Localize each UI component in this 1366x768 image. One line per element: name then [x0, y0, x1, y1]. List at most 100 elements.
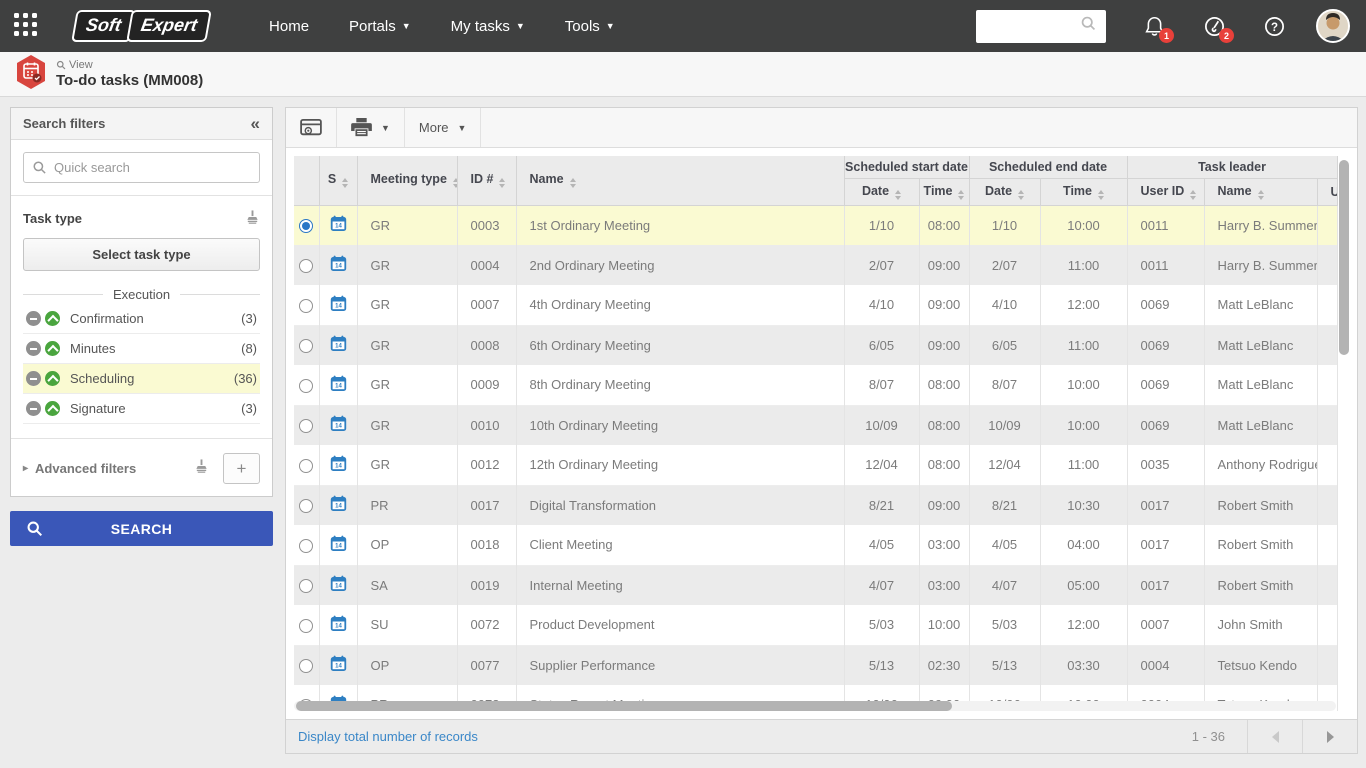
col-header-start-time[interactable]: Time: [919, 178, 969, 205]
display-total-records-link[interactable]: Display total number of records: [298, 729, 478, 744]
task-filter-item[interactable]: Minutes (8): [23, 334, 260, 364]
col-header-start-date[interactable]: Date: [844, 178, 919, 205]
table-row[interactable]: 14 SA 0019 Internal Meeting 4/07 03:00 4…: [294, 565, 1337, 605]
chevron-down-icon: ▼: [402, 21, 411, 31]
row-radio-button[interactable]: [299, 499, 313, 513]
cell-end-date: 8/07: [969, 365, 1040, 405]
cell-meeting-type: GR: [357, 285, 457, 325]
user-avatar[interactable]: [1316, 9, 1350, 43]
cell-meeting-type: GR: [357, 365, 457, 405]
row-radio-button[interactable]: [299, 619, 313, 633]
more-button[interactable]: More ▼: [405, 108, 482, 147]
global-search-box[interactable]: [976, 10, 1106, 43]
notifications-bell-icon[interactable]: 1: [1142, 13, 1166, 39]
softexpert-logo[interactable]: Soft Expert: [71, 10, 212, 42]
nav-menu-item[interactable]: Tools ▼: [545, 0, 635, 52]
cell-end-date: 4/10: [969, 285, 1040, 325]
col-header-status[interactable]: S: [319, 156, 357, 205]
print-button[interactable]: ▼: [337, 108, 405, 147]
clear-task-type-icon[interactable]: [245, 209, 260, 228]
table-row[interactable]: 14 SU 0072 Product Development 5/03 10:0…: [294, 605, 1337, 645]
exclude-filter-icon[interactable]: [26, 371, 41, 386]
table-row[interactable]: 14 GR 0007 4th Ordinary Meeting 4/10 09:…: [294, 285, 1337, 325]
previous-page-button[interactable]: [1247, 720, 1302, 753]
row-radio-button[interactable]: [299, 539, 313, 553]
exclude-filter-icon[interactable]: [26, 341, 41, 356]
row-radio-button[interactable]: [299, 419, 313, 433]
horizontal-scrollbar[interactable]: [294, 701, 1336, 711]
row-radio-button[interactable]: [299, 579, 313, 593]
vertical-scrollbar-thumb[interactable]: [1339, 160, 1349, 355]
row-radio-button[interactable]: [299, 299, 313, 313]
include-filter-icon[interactable]: [45, 401, 60, 416]
add-filter-button[interactable]: +: [223, 453, 260, 484]
include-filter-icon[interactable]: [45, 311, 60, 326]
col-header-user-id[interactable]: User ID: [1127, 178, 1204, 205]
cell-start-date: 5/13: [844, 645, 919, 685]
row-radio-button[interactable]: [299, 259, 313, 273]
collapse-sidebar-icon[interactable]: «: [251, 115, 260, 132]
col-header-end-date[interactable]: Date: [969, 178, 1040, 205]
table-row[interactable]: 14 GR 0003 1st Ordinary Meeting 1/10 08:…: [294, 205, 1337, 245]
horizontal-scrollbar-thumb[interactable]: [296, 701, 952, 711]
include-filter-icon[interactable]: [45, 371, 60, 386]
row-radio-button[interactable]: [299, 219, 313, 233]
nav-menu-item[interactable]: Home: [249, 0, 329, 52]
nav-menu-item[interactable]: Portals ▼: [329, 0, 431, 52]
scheduling-calendar-icon: 14: [330, 415, 347, 432]
svg-text:14: 14: [335, 383, 342, 389]
clear-advanced-filters-icon[interactable]: [194, 458, 209, 479]
table-row[interactable]: 14 GR 0004 2nd Ordinary Meeting 2/07 09:…: [294, 245, 1337, 285]
pending-tasks-gauge-icon[interactable]: 2: [1202, 13, 1226, 39]
table-row[interactable]: 14 GR 0009 8th Ordinary Meeting 8/07 08:…: [294, 365, 1337, 405]
search-button[interactable]: SEARCH: [10, 511, 273, 546]
col-header-leader-name[interactable]: Name: [1204, 178, 1317, 205]
include-filter-icon[interactable]: [45, 341, 60, 356]
exclude-filter-icon[interactable]: [26, 401, 41, 416]
cell-meeting-type: OP: [357, 645, 457, 685]
table-row[interactable]: 14 GR 0012 12th Ordinary Meeting 12/04 0…: [294, 445, 1337, 485]
help-icon[interactable]: ?: [1262, 13, 1286, 39]
table-row[interactable]: 14 OP 0077 Supplier Performance 5/13 02:…: [294, 645, 1337, 685]
table-row[interactable]: 14 OP 0018 Client Meeting 4/05 03:00 4/0…: [294, 525, 1337, 565]
col-header-name[interactable]: Name: [516, 156, 844, 205]
quick-search-input[interactable]: [54, 160, 251, 175]
cell-end-date: 10/09: [969, 405, 1040, 445]
task-filter-item[interactable]: Signature (3): [23, 394, 260, 424]
select-task-type-button[interactable]: Select task type: [23, 238, 260, 271]
exclude-filter-icon[interactable]: [26, 311, 41, 326]
svg-text:14: 14: [335, 264, 342, 270]
row-radio-button[interactable]: [299, 339, 313, 353]
cell-end-date: 5/03: [969, 605, 1040, 645]
scheduling-calendar-icon: 14: [330, 655, 347, 672]
table-row[interactable]: 14 PR 0017 Digital Transformation 8/21 0…: [294, 485, 1337, 525]
view-record-data-button[interactable]: [286, 108, 337, 147]
cell-name: 8th Ordinary Meeting: [516, 365, 844, 405]
filter-item-label: Confirmation: [70, 311, 144, 326]
table-row[interactable]: 14 GR 0008 6th Ordinary Meeting 6/05 09:…: [294, 325, 1337, 365]
logo-part-2: Expert: [126, 10, 212, 42]
cell-leader-name: Matt LeBlanc: [1204, 365, 1317, 405]
cell-leader-name: Harry B. Summers: [1204, 245, 1317, 285]
quick-search-box[interactable]: [23, 152, 260, 183]
row-radio-button[interactable]: [299, 659, 313, 673]
cell-end-date: 6/05: [969, 325, 1040, 365]
vertical-scrollbar[interactable]: [1339, 158, 1349, 699]
advanced-filters-toggle[interactable]: ▸ Advanced filters: [23, 461, 136, 476]
task-filter-item[interactable]: Confirmation (3): [23, 304, 260, 334]
table-row[interactable]: 14 GR 0010 10th Ordinary Meeting 10/09 0…: [294, 405, 1337, 445]
group-header-task-leader: Task leader: [1127, 156, 1337, 178]
global-search-input[interactable]: [985, 19, 1080, 34]
task-filter-item[interactable]: Scheduling (36): [23, 364, 260, 394]
col-header-meeting-type[interactable]: Meeting type: [357, 156, 457, 205]
row-radio-button[interactable]: [299, 459, 313, 473]
cell-start-time: 09:00: [919, 485, 969, 525]
row-radio-button[interactable]: [299, 379, 313, 393]
col-header-end-time[interactable]: Time: [1040, 178, 1127, 205]
apps-grid-icon[interactable]: [14, 13, 40, 39]
cell-name: Internal Meeting: [516, 565, 844, 605]
cell-id: 0010: [457, 405, 516, 445]
next-page-button[interactable]: [1302, 720, 1357, 753]
nav-menu-item[interactable]: My tasks ▼: [431, 0, 545, 52]
col-header-id[interactable]: ID #: [457, 156, 516, 205]
